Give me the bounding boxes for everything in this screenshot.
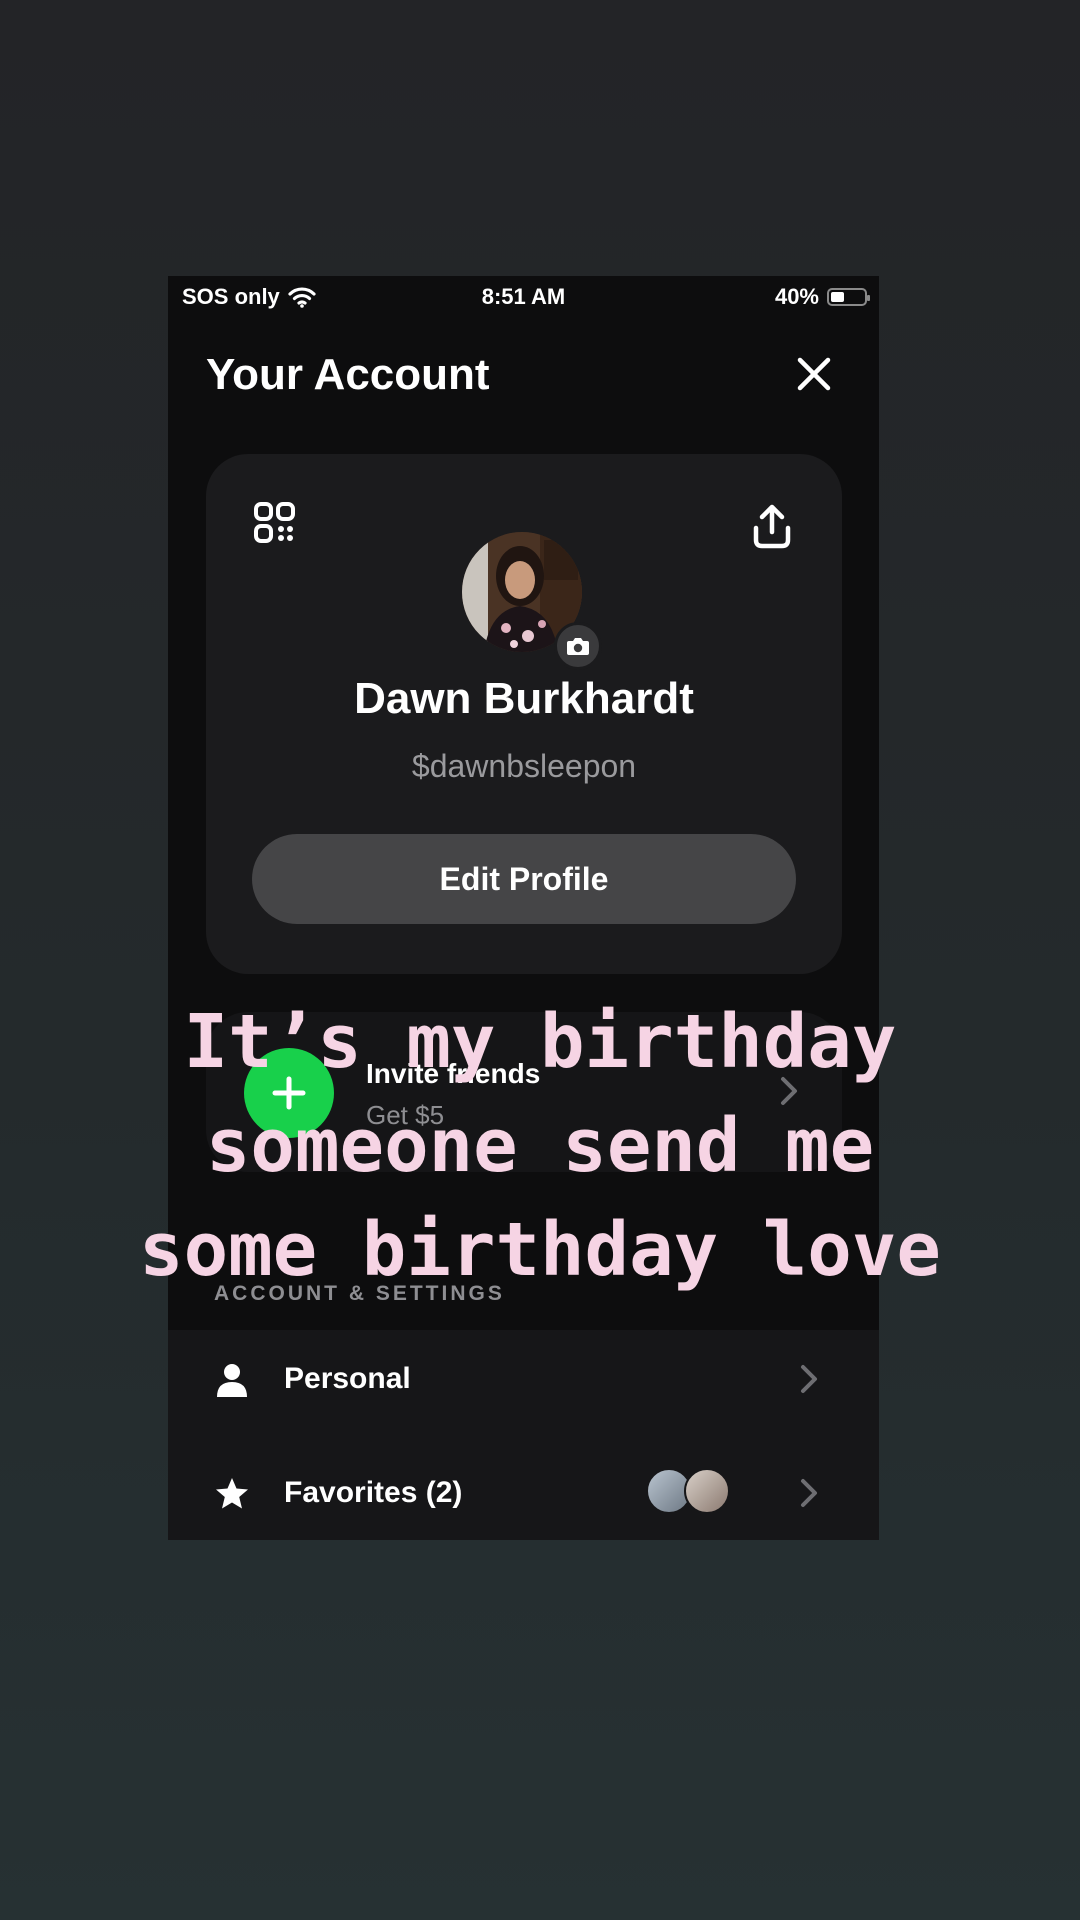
edit-profile-button[interactable]: Edit Profile	[252, 834, 796, 924]
status-time: 8:51 AM	[481, 284, 566, 309]
settings-item-label: Personal	[284, 1362, 411, 1395]
favorites-avatars	[646, 1468, 736, 1514]
settings-list: Personal Favorites (2)	[168, 1330, 879, 1540]
close-icon[interactable]	[792, 352, 836, 396]
battery-icon	[827, 288, 870, 306]
battery-percent: 40%	[774, 284, 819, 309]
settings-item-favorites[interactable]: Favorites (2)	[168, 1462, 879, 1540]
page-title: Your Account	[206, 350, 490, 399]
status-right: 40%	[774, 284, 870, 310]
settings-item-label: Favorites (2)	[284, 1476, 463, 1509]
qr-code-icon[interactable]	[254, 502, 296, 544]
avatar[interactable]	[462, 532, 602, 670]
profile-cashtag: $dawnbsleepon	[411, 748, 637, 784]
person-icon	[217, 1364, 247, 1397]
phone-screen: SOS only 8:51 AM 40% Your Account Dawn B…	[168, 276, 879, 1540]
avatar	[684, 1468, 730, 1514]
profile-name: Dawn Burkhardt	[354, 674, 694, 723]
chevron-right-icon	[801, 1365, 817, 1393]
share-icon[interactable]	[750, 502, 794, 550]
battery-fill	[831, 292, 844, 302]
overlay-caption: It’s my birthday someone send me some bi…	[0, 990, 1080, 1302]
caption-line: It’s my birthday	[183, 999, 897, 1085]
caption-line: some birthday love	[139, 1207, 941, 1293]
caption-line: someone send me	[205, 1103, 875, 1189]
star-icon	[216, 1478, 248, 1509]
profile-card: Dawn Burkhardt $dawnbsleepon Edit Profil…	[206, 454, 842, 974]
camera-icon[interactable]	[554, 622, 602, 670]
status-bar: SOS only 8:51 AM 40%	[168, 276, 879, 316]
chevron-right-icon	[801, 1479, 817, 1507]
settings-item-personal[interactable]: Personal	[168, 1330, 879, 1430]
